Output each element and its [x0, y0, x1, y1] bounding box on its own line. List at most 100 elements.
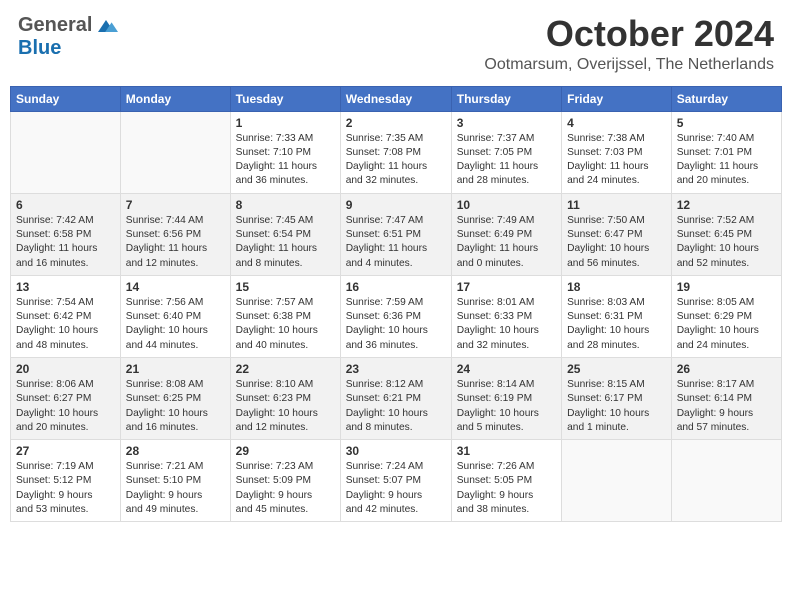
day-number: 4 — [567, 116, 666, 130]
calendar-day-cell: 2 Sunrise: 7:35 AM Sunset: 7:08 PM Daylig… — [340, 111, 451, 193]
day-info: Sunrise: 7:52 AM Sunset: 6:45 PM Dayligh… — [677, 214, 776, 271]
title-area: October 2024 Ootmarsum, Overijssel, The … — [484, 14, 774, 74]
day-info: Sunrise: 7:42 AM Sunset: 6:58 PM Dayligh… — [16, 214, 115, 271]
calendar-day-cell: 15 Sunrise: 7:57 AM Sunset: 6:38 PM Dayli… — [230, 275, 340, 357]
day-number: 22 — [236, 362, 335, 376]
day-number: 23 — [346, 362, 446, 376]
page-header: General Blue October 2024 Ootmarsum, Ove… — [10, 10, 782, 78]
day-number: 3 — [457, 116, 556, 130]
day-number: 29 — [236, 444, 335, 458]
day-number: 16 — [346, 280, 446, 294]
logo-general: General — [18, 14, 92, 37]
calendar-day-cell: 19Sunrise: 8:05 AM Sunset: 6:29 PM Dayli… — [671, 275, 781, 357]
day-info: Sunrise: 7:57 AM Sunset: 6:38 PM Dayligh… — [236, 296, 335, 353]
day-info: Sunrise: 7:40 AM Sunset: 7:01 PM Dayligh… — [677, 132, 776, 189]
day-number: 25 — [567, 362, 666, 376]
calendar-day-cell: 6 Sunrise: 7:42 AM Sunset: 6:58 PM Daylig… — [11, 193, 121, 275]
day-number: 5 — [677, 116, 776, 130]
day-number: 19 — [677, 280, 776, 294]
day-info: Sunrise: 7:38 AM Sunset: 7:03 PM Dayligh… — [567, 132, 666, 189]
day-info: Sunrise: 7:50 AM Sunset: 6:47 PM Dayligh… — [567, 214, 666, 271]
calendar-day-cell: 14 Sunrise: 7:56 AM Sunset: 6:40 PM Dayli… — [120, 275, 230, 357]
day-info: Sunrise: 7:56 AM Sunset: 6:40 PM Dayligh… — [126, 296, 225, 353]
day-info: Sunrise: 8:17 AM Sunset: 6:14 PM Dayligh… — [677, 378, 776, 435]
day-number: 20 — [16, 362, 115, 376]
day-number: 2 — [346, 116, 446, 130]
calendar-day-cell: 17 Sunrise: 8:01 AM Sunset: 6:33 PM Dayli… — [451, 275, 561, 357]
calendar-day-cell: 28 Sunrise: 7:21 AM Sunset: 5:10 PM Dayli… — [120, 440, 230, 522]
calendar-day-cell: 21Sunrise: 8:08 AM Sunset: 6:25 PM Dayli… — [120, 357, 230, 439]
calendar-day-cell: 16 Sunrise: 7:59 AM Sunset: 6:36 PM Dayli… — [340, 275, 451, 357]
calendar-week-row: 13 Sunrise: 7:54 AM Sunset: 6:42 PM Dayli… — [11, 275, 782, 357]
day-number: 26 — [677, 362, 776, 376]
calendar-day-cell: 26 Sunrise: 8:17 AM Sunset: 6:14 PM Dayli… — [671, 357, 781, 439]
day-info: Sunrise: 7:21 AM Sunset: 5:10 PM Dayligh… — [126, 460, 225, 517]
day-number: 27 — [16, 444, 115, 458]
calendar-week-row: 20 Sunrise: 8:06 AM Sunset: 6:27 PM Dayli… — [11, 357, 782, 439]
calendar-day-cell: 25 Sunrise: 8:15 AM Sunset: 6:17 PM Dayli… — [562, 357, 672, 439]
day-info: Sunrise: 7:47 AM Sunset: 6:51 PM Dayligh… — [346, 214, 446, 271]
day-info: Sunrise: 7:37 AM Sunset: 7:05 PM Dayligh… — [457, 132, 556, 189]
day-number: 12 — [677, 198, 776, 212]
calendar-day-cell — [120, 111, 230, 193]
calendar-day-cell: 11 Sunrise: 7:50 AM Sunset: 6:47 PM Dayli… — [562, 193, 672, 275]
day-number: 11 — [567, 198, 666, 212]
calendar-day-cell — [671, 440, 781, 522]
day-header-saturday: Saturday — [671, 86, 781, 111]
day-header-wednesday: Wednesday — [340, 86, 451, 111]
day-info: Sunrise: 8:01 AM Sunset: 6:33 PM Dayligh… — [457, 296, 556, 353]
day-info: Sunrise: 7:59 AM Sunset: 6:36 PM Dayligh… — [346, 296, 446, 353]
calendar-day-cell: 8Sunrise: 7:45 AM Sunset: 6:54 PM Daylig… — [230, 193, 340, 275]
day-number: 18 — [567, 280, 666, 294]
day-info: Sunrise: 8:06 AM Sunset: 6:27 PM Dayligh… — [16, 378, 115, 435]
day-info: Sunrise: 7:49 AM Sunset: 6:49 PM Dayligh… — [457, 214, 556, 271]
day-number: 1 — [236, 116, 335, 130]
day-number: 10 — [457, 198, 556, 212]
day-header-friday: Friday — [562, 86, 672, 111]
day-number: 30 — [346, 444, 446, 458]
day-info: Sunrise: 8:15 AM Sunset: 6:17 PM Dayligh… — [567, 378, 666, 435]
day-info: Sunrise: 7:54 AM Sunset: 6:42 PM Dayligh… — [16, 296, 115, 353]
day-number: 15 — [236, 280, 335, 294]
day-number: 17 — [457, 280, 556, 294]
day-number: 28 — [126, 444, 225, 458]
calendar-day-cell: 9 Sunrise: 7:47 AM Sunset: 6:51 PM Daylig… — [340, 193, 451, 275]
day-header-monday: Monday — [120, 86, 230, 111]
calendar-day-cell: 27 Sunrise: 7:19 AM Sunset: 5:12 PM Dayli… — [11, 440, 121, 522]
day-info: Sunrise: 7:44 AM Sunset: 6:56 PM Dayligh… — [126, 214, 225, 271]
calendar-day-cell: 24 Sunrise: 8:14 AM Sunset: 6:19 PM Dayli… — [451, 357, 561, 439]
calendar-day-cell: 31Sunrise: 7:26 AM Sunset: 5:05 PM Dayli… — [451, 440, 561, 522]
day-info: Sunrise: 8:14 AM Sunset: 6:19 PM Dayligh… — [457, 378, 556, 435]
calendar-day-cell: 30 Sunrise: 7:24 AM Sunset: 5:07 PM Dayli… — [340, 440, 451, 522]
calendar-day-cell: 18 Sunrise: 8:03 AM Sunset: 6:31 PM Dayli… — [562, 275, 672, 357]
day-info: Sunrise: 7:33 AM Sunset: 7:10 PM Dayligh… — [236, 132, 335, 189]
day-info: Sunrise: 7:23 AM Sunset: 5:09 PM Dayligh… — [236, 460, 335, 517]
calendar-day-cell: 5 Sunrise: 7:40 AM Sunset: 7:01 PM Daylig… — [671, 111, 781, 193]
calendar-day-cell: 10 Sunrise: 7:49 AM Sunset: 6:49 PM Dayli… — [451, 193, 561, 275]
day-number: 9 — [346, 198, 446, 212]
calendar-week-row: 1 Sunrise: 7:33 AM Sunset: 7:10 PM Daylig… — [11, 111, 782, 193]
day-info: Sunrise: 7:19 AM Sunset: 5:12 PM Dayligh… — [16, 460, 115, 517]
month-title: October 2024 — [484, 14, 774, 54]
day-number: 13 — [16, 280, 115, 294]
day-info: Sunrise: 8:03 AM Sunset: 6:31 PM Dayligh… — [567, 296, 666, 353]
calendar-day-cell: 7 Sunrise: 7:44 AM Sunset: 6:56 PM Daylig… — [120, 193, 230, 275]
calendar-day-cell: 22 Sunrise: 8:10 AM Sunset: 6:23 PM Dayli… — [230, 357, 340, 439]
day-number: 31 — [457, 444, 556, 458]
day-number: 14 — [126, 280, 225, 294]
calendar-week-row: 6 Sunrise: 7:42 AM Sunset: 6:58 PM Daylig… — [11, 193, 782, 275]
day-header-tuesday: Tuesday — [230, 86, 340, 111]
calendar-day-cell — [562, 440, 672, 522]
day-info: Sunrise: 7:35 AM Sunset: 7:08 PM Dayligh… — [346, 132, 446, 189]
day-info: Sunrise: 7:24 AM Sunset: 5:07 PM Dayligh… — [346, 460, 446, 517]
calendar-day-cell: 29 Sunrise: 7:23 AM Sunset: 5:09 PM Dayli… — [230, 440, 340, 522]
day-number: 7 — [126, 198, 225, 212]
calendar-day-cell: 4 Sunrise: 7:38 AM Sunset: 7:03 PM Daylig… — [562, 111, 672, 193]
day-number: 24 — [457, 362, 556, 376]
day-info: Sunrise: 8:10 AM Sunset: 6:23 PM Dayligh… — [236, 378, 335, 435]
day-number: 21 — [126, 362, 225, 376]
location: Ootmarsum, Overijssel, The Netherlands — [484, 56, 774, 74]
day-number: 6 — [16, 198, 115, 212]
calendar-table: SundayMondayTuesdayWednesdayThursdayFrid… — [10, 86, 782, 523]
logo-blue: Blue — [18, 37, 61, 60]
